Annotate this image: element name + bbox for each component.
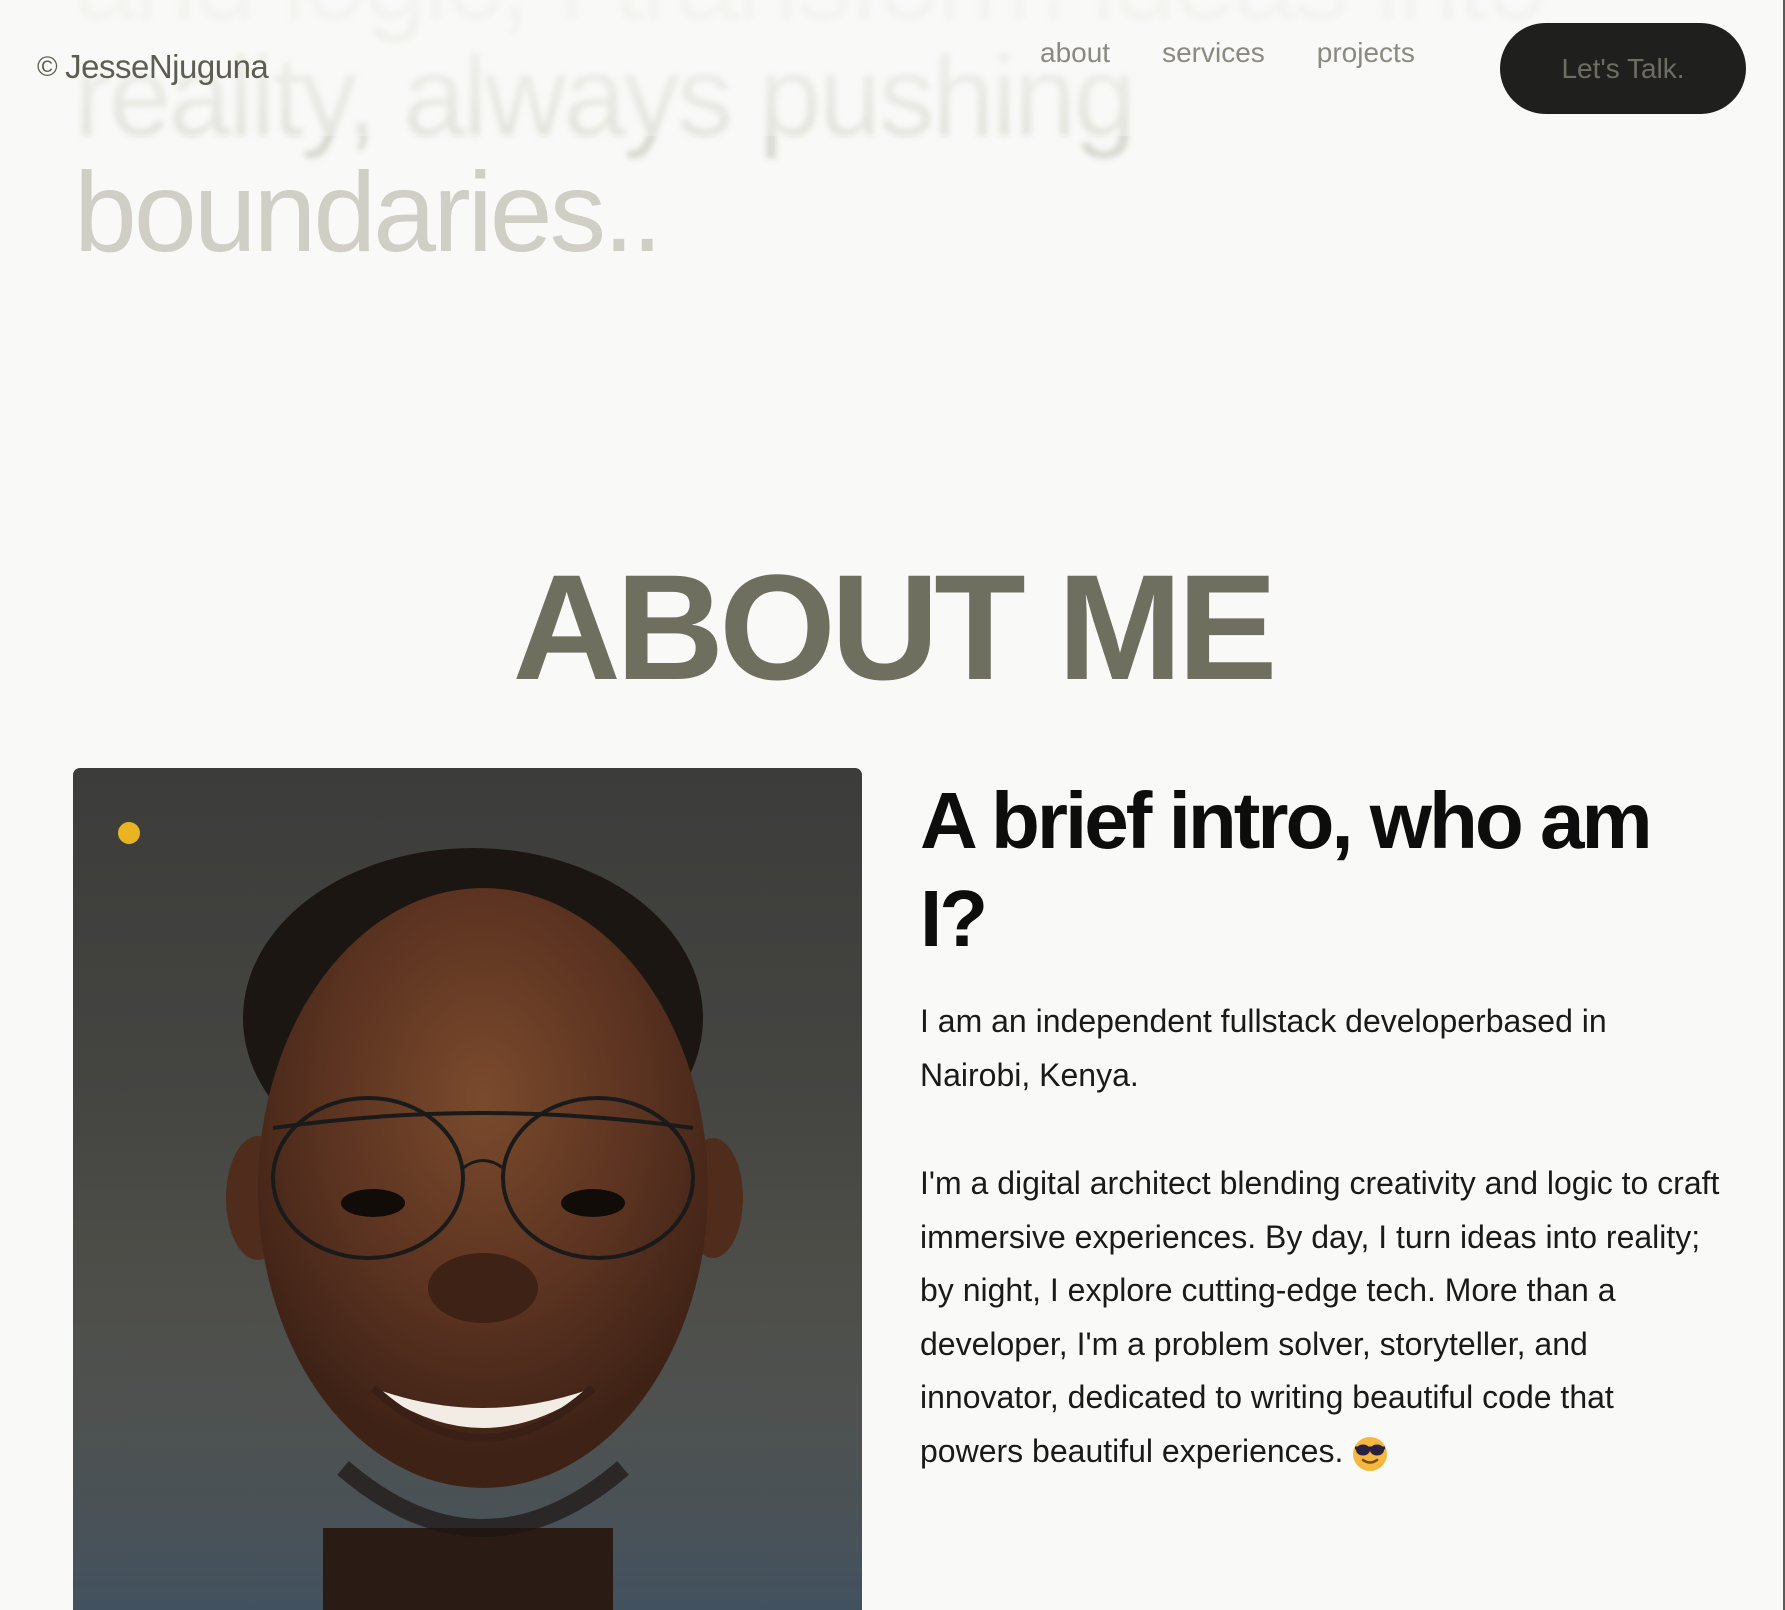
about-title: ABOUT ME <box>512 543 1278 711</box>
intro-paragraph-location: I am an independent fullstack developerb… <box>920 1003 1607 1093</box>
hero-line-3: boundaries.. <box>74 149 663 275</box>
main-nav: about services projects <box>1040 37 1415 69</box>
nav-link-about[interactable]: about <box>1040 37 1110 69</box>
profile-photo <box>73 768 862 1610</box>
copyright-icon: © <box>37 51 58 82</box>
page: and logic, I transform ideas into realit… <box>0 0 1785 1610</box>
nav-link-projects[interactable]: projects <box>1317 37 1415 69</box>
nav-link-services[interactable]: services <box>1162 37 1265 69</box>
intro-heading: A brief intro, who am I? <box>920 776 1653 963</box>
portrait-illustration <box>73 848 862 1610</box>
status-dot <box>118 822 140 844</box>
sunglasses-face-icon <box>1353 1437 1388 1472</box>
bio-text: I'm a digital architect blending creativ… <box>920 1165 1720 1469</box>
lets-talk-button[interactable]: Let's Talk. <box>1500 23 1746 114</box>
intro-paragraph-bio: I'm a digital architect blending creativ… <box>920 1157 1720 1478</box>
brand-name: JesseNjuguna <box>65 48 269 85</box>
brand-logo[interactable]: © JesseNjuguna <box>37 48 269 86</box>
